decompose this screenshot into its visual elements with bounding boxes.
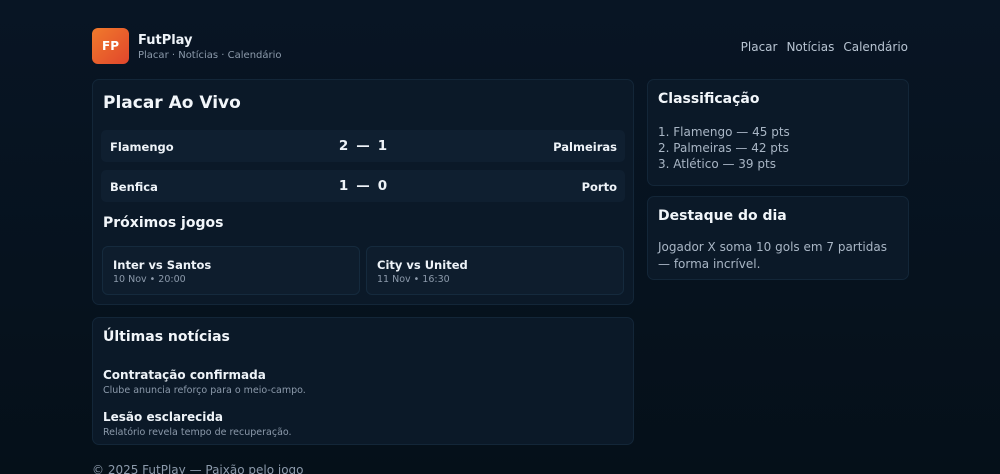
match-score: 2 — 1 [101,138,625,154]
news-headline: Contratação confirmada [103,368,266,382]
upcoming-game-datetime: 10 Nov • 20:00 [113,274,186,285]
match-row[interactable]: Flamengo 2—1 Palmeiras [101,130,625,162]
news-item[interactable]: Contratação confirmada Clube anuncia ref… [103,368,306,396]
highlight-title: Destaque do dia [658,208,787,224]
upcoming-game-card[interactable]: Inter vs Santos 10 Nov • 20:00 [102,246,360,295]
upcoming-game-teams: City vs United [377,258,468,272]
standings-row: 2. Palmeiras — 42 pts [658,141,789,155]
page: FP FutPlay Placar · Notícias · Calendári… [0,0,1000,474]
standings-card: Classificação 1. Flamengo — 45 pts 2. Pa… [647,79,909,186]
news-headline: Lesão esclarecida [103,410,224,424]
news-summary: Clube anuncia reforço para o meio-campo. [103,385,306,396]
away-team: Porto [581,180,617,194]
standings-row: 3. Atlético — 39 pts [658,157,776,171]
latest-news-card: Últimas notícias Contratação confirmada … [92,317,634,445]
upcoming-game-datetime: 11 Nov • 16:30 [377,274,450,285]
nav-link-placar[interactable]: Placar [741,40,778,54]
highlight-card: Destaque do dia Jogador X soma 10 gols e… [647,196,909,280]
upcoming-games-title: Próximos jogos [103,215,224,231]
standings-list: 1. Flamengo — 45 pts 2. Palmeiras — 42 p… [658,124,790,172]
brand-name[interactable]: FutPlay [138,33,193,48]
away-team: Palmeiras [553,140,617,154]
match-score: 1 — 0 [101,178,625,194]
brand-tagline: Placar · Notícias · Calendário [138,50,282,61]
latest-news-title: Últimas notícias [103,329,230,345]
away-score: 0 [377,178,388,194]
news-item[interactable]: Lesão esclarecida Relatório revela tempo… [103,410,292,438]
match-row[interactable]: Benfica 1—0 Porto [101,170,625,202]
home-score: 2 [338,138,349,154]
score-separator: — [356,178,370,194]
score-separator: — [356,138,370,154]
upcoming-game-teams: Inter vs Santos [113,258,212,272]
main-nav: Placar Notícias Calendário [741,40,908,54]
upcoming-game-card[interactable]: City vs United 11 Nov • 16:30 [366,246,624,295]
nav-link-calendario[interactable]: Calendário [843,40,908,54]
highlight-text: Jogador X soma 10 gols em 7 partidas — f… [658,240,887,271]
news-summary: Relatório revela tempo de recuperação. [103,427,292,438]
nav-link-noticias[interactable]: Notícias [786,40,834,54]
standings-title: Classificação [658,91,760,107]
home-score: 1 [338,178,349,194]
footer-text: © 2025 FutPlay — Paixão pelo jogo [92,463,304,474]
site-header: FP FutPlay Placar · Notícias · Calendári… [92,28,908,64]
live-scores-title: Placar Ao Vivo [103,93,241,113]
standings-row: 1. Flamengo — 45 pts [658,125,790,139]
brand-logo[interactable]: FP [92,28,129,64]
away-score: 1 [377,138,388,154]
live-scores-card: Placar Ao Vivo Flamengo 2—1 Palmeiras Be… [92,79,634,305]
